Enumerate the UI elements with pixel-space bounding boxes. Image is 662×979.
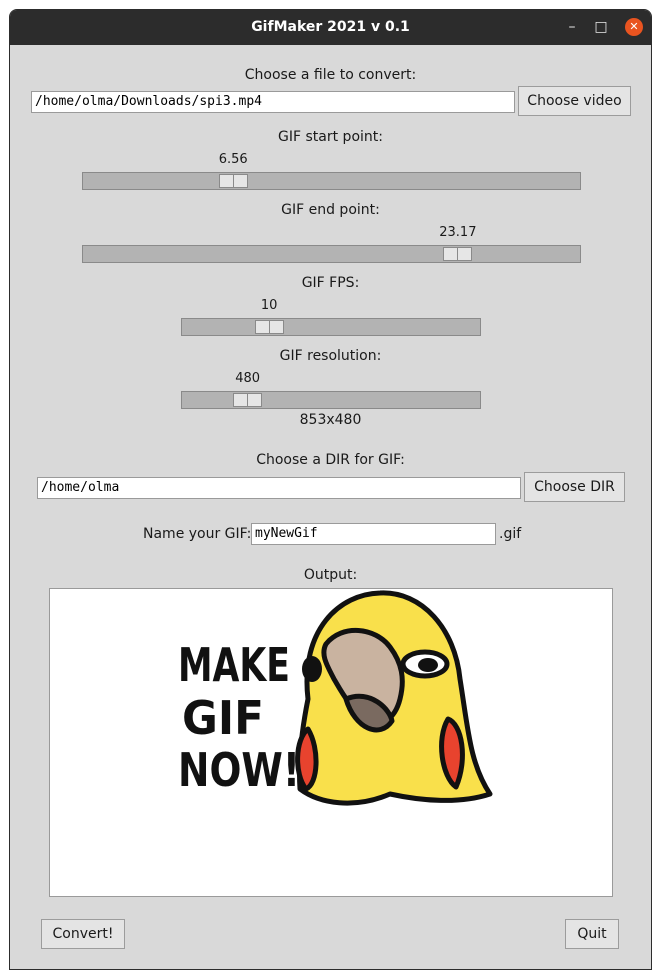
gif-text: GIF — [182, 691, 264, 745]
choose-video-button[interactable]: Choose video — [518, 86, 631, 116]
resolution-value: 480 — [235, 371, 261, 386]
file-path-input[interactable]: /home/olma/Downloads/spi3.mp4 — [31, 91, 515, 113]
name-label: Name your GIF: — [143, 526, 252, 542]
dir-path-input[interactable]: /home/olma — [37, 477, 521, 499]
app-window: GifMaker 2021 v 0.1 – □ ✕ Choose a file … — [9, 9, 652, 970]
title-bar[interactable]: GifMaker 2021 v 0.1 – □ ✕ — [10, 10, 651, 45]
dir-label: Choose a DIR for GIF: — [256, 452, 405, 468]
resolution-trough[interactable] — [181, 391, 481, 409]
output-preview: MAKE GIF NOW! — [49, 588, 613, 897]
close-icon[interactable]: ✕ — [625, 18, 643, 36]
fps-label: GIF FPS: — [301, 275, 360, 291]
window-title: GifMaker 2021 v 0.1 — [251, 19, 410, 35]
start-value: 6.56 — [218, 152, 248, 167]
start-handle[interactable] — [218, 174, 248, 188]
end-handle[interactable] — [443, 247, 473, 261]
gif-name-input[interactable]: myNewGif — [251, 523, 496, 545]
minimize-icon[interactable]: – — [563, 18, 581, 36]
now-text: NOW! — [178, 743, 300, 797]
gif-preview-image: MAKE GIF NOW! — [178, 590, 493, 806]
gif-suffix: .gif — [499, 526, 522, 542]
convert-button[interactable]: Convert! — [41, 919, 125, 949]
maximize-icon[interactable]: □ — [592, 18, 610, 36]
fps-trough[interactable] — [181, 318, 481, 336]
fps-value: 10 — [260, 298, 278, 313]
make-text: MAKE — [178, 638, 290, 692]
end-trough[interactable] — [82, 245, 581, 263]
parrot-illustration — [295, 590, 493, 806]
file-label: Choose a file to convert: — [244, 67, 417, 83]
output-label: Output: — [303, 567, 358, 583]
start-label: GIF start point: — [278, 129, 383, 145]
resolution-display: 853x480 — [299, 412, 362, 428]
quit-button[interactable]: Quit — [565, 919, 619, 949]
resolution-handle[interactable] — [233, 393, 263, 407]
start-trough[interactable] — [82, 172, 581, 190]
choose-dir-button[interactable]: Choose DIR — [524, 472, 625, 502]
end-label: GIF end point: — [281, 202, 380, 218]
end-value: 23.17 — [439, 225, 477, 240]
fps-handle[interactable] — [254, 320, 284, 334]
resolution-label: GIF resolution: — [279, 348, 382, 364]
